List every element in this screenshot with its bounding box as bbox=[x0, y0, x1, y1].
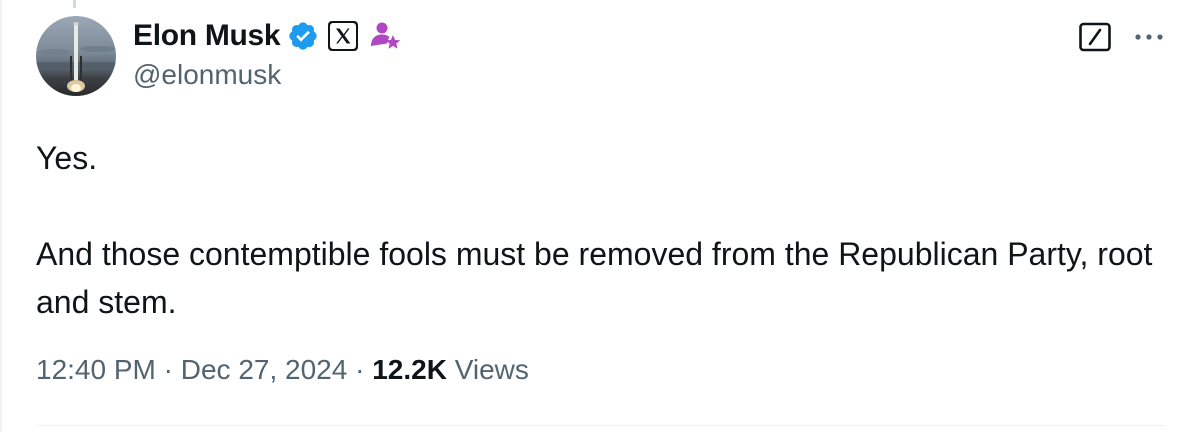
author-name-row: Elon Musk bbox=[133, 17, 402, 55]
tweet-paragraph: Yes. bbox=[36, 140, 98, 176]
x-logo-icon[interactable] bbox=[328, 21, 359, 51]
verified-checkmark-icon[interactable] bbox=[287, 20, 319, 52]
tweet-text: Yes. And those contemptible fools must b… bbox=[36, 134, 1176, 326]
person-star-icon[interactable] bbox=[368, 19, 402, 53]
author-handle[interactable]: @elonmusk bbox=[133, 59, 281, 91]
tweet-paragraph: And those contemptible fools must be rem… bbox=[36, 236, 1153, 320]
thread-connector-line bbox=[73, 0, 76, 8]
tweet-date[interactable]: Dec 27, 2024 bbox=[181, 354, 348, 385]
tweet-meta: 12:40 PM · Dec 27, 2024 · 12.2K Views bbox=[36, 354, 529, 386]
meta-separator: · bbox=[163, 354, 173, 385]
tweet-time[interactable]: 12:40 PM bbox=[36, 354, 156, 385]
grok-icon[interactable] bbox=[1078, 22, 1112, 52]
more-horizontal-icon[interactable] bbox=[1130, 22, 1168, 52]
views-label: Views bbox=[454, 354, 529, 385]
rocket-launch-image bbox=[36, 22, 116, 92]
avatar[interactable] bbox=[36, 16, 116, 96]
author-display-name[interactable]: Elon Musk bbox=[133, 19, 281, 53]
divider bbox=[36, 425, 1166, 426]
left-border bbox=[0, 0, 2, 432]
meta-separator: · bbox=[355, 354, 365, 385]
views-count: 12.2K bbox=[372, 354, 447, 385]
